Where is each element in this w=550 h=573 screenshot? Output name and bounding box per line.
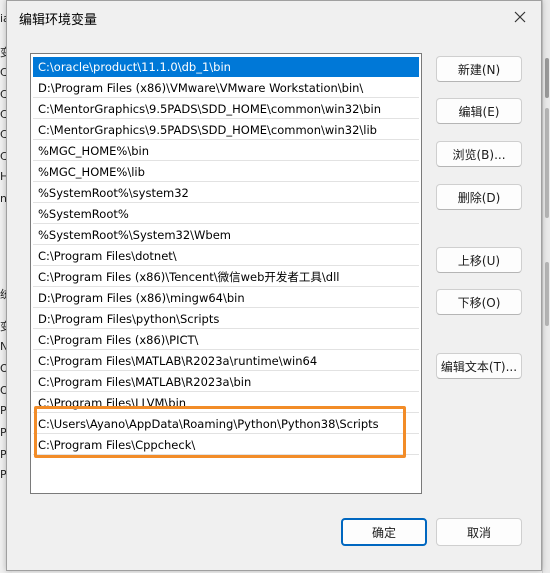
path-list-item[interactable]: C:\Program Files\MATLAB\R2023a\runtime\w… xyxy=(33,351,419,371)
path-list-item[interactable]: C:\MentorGraphics\9.5PADS\SDD_HOME\commo… xyxy=(33,120,419,140)
path-list-item[interactable]: C:\Program Files\LLVM\bin xyxy=(33,393,419,413)
cancel-button[interactable]: 取消 xyxy=(436,518,522,546)
path-list-item[interactable]: C:\Program Files\Cppcheck\ xyxy=(33,435,419,455)
path-list-item[interactable]: C:\Users\Ayano\AppData\Roaming\Python\Py… xyxy=(33,414,419,434)
edit-text-button[interactable]: 编辑文本(T)... xyxy=(436,353,522,379)
scrollbar-thumb xyxy=(545,58,549,98)
edit-env-var-dialog: 编辑环境变量 C:\oracle\product\11.1.0\db_1\bin… xyxy=(6,0,542,571)
scrollbar-thumb xyxy=(545,262,549,326)
background-window-scrollbar xyxy=(542,0,550,573)
path-list-item[interactable]: C:\Program Files (x86)\PICT\ xyxy=(33,330,419,350)
path-list-item[interactable]: %SystemRoot% xyxy=(33,204,419,224)
scrollbar-thumb xyxy=(545,108,549,218)
path-list-item[interactable]: C:\Program Files\dotnet\ xyxy=(33,246,419,266)
close-icon xyxy=(514,11,526,23)
path-list-item[interactable]: %MGC_HOME%\lib xyxy=(33,162,419,182)
move-down-button[interactable]: 下移(O) xyxy=(436,289,522,315)
edit-button[interactable]: 编辑(E) xyxy=(436,98,522,124)
dialog-title: 编辑环境变量 xyxy=(19,13,98,28)
path-list-item[interactable]: D:\Program Files (x86)\mingw64\bin xyxy=(33,288,419,308)
path-list-item[interactable]: %SystemRoot%\System32\Wbem xyxy=(33,225,419,245)
path-list-item[interactable]: C:\Program Files\MATLAB\R2023a\bin xyxy=(33,372,419,392)
title-bar[interactable]: 编辑环境变量 xyxy=(7,1,541,33)
path-list-item[interactable]: %MGC_HOME%\bin xyxy=(33,141,419,161)
delete-button[interactable]: 删除(D) xyxy=(436,184,522,210)
path-list-item[interactable]: C:\oracle\product\11.1.0\db_1\bin xyxy=(33,57,419,77)
path-list-item[interactable]: C:\Program Files (x86)\Tencent\微信web开发者工… xyxy=(33,267,419,287)
path-list-item[interactable]: D:\Program Files\python\Scripts xyxy=(33,309,419,329)
move-up-button[interactable]: 上移(U) xyxy=(436,247,522,273)
path-list-item[interactable]: D:\Program Files (x86)\VMware\VMware Wor… xyxy=(33,78,419,98)
close-button[interactable] xyxy=(507,5,533,29)
path-list-item[interactable]: %SystemRoot%\system32 xyxy=(33,183,419,203)
path-list-item[interactable]: C:\MentorGraphics\9.5PADS\SDD_HOME\commo… xyxy=(33,99,419,119)
browse-button[interactable]: 浏览(B)... xyxy=(436,141,522,167)
new-button[interactable]: 新建(N) xyxy=(436,56,522,82)
ok-button[interactable]: 确定 xyxy=(341,518,427,546)
path-list[interactable]: C:\oracle\product\11.1.0\db_1\bin D:\Prog… xyxy=(30,53,422,494)
